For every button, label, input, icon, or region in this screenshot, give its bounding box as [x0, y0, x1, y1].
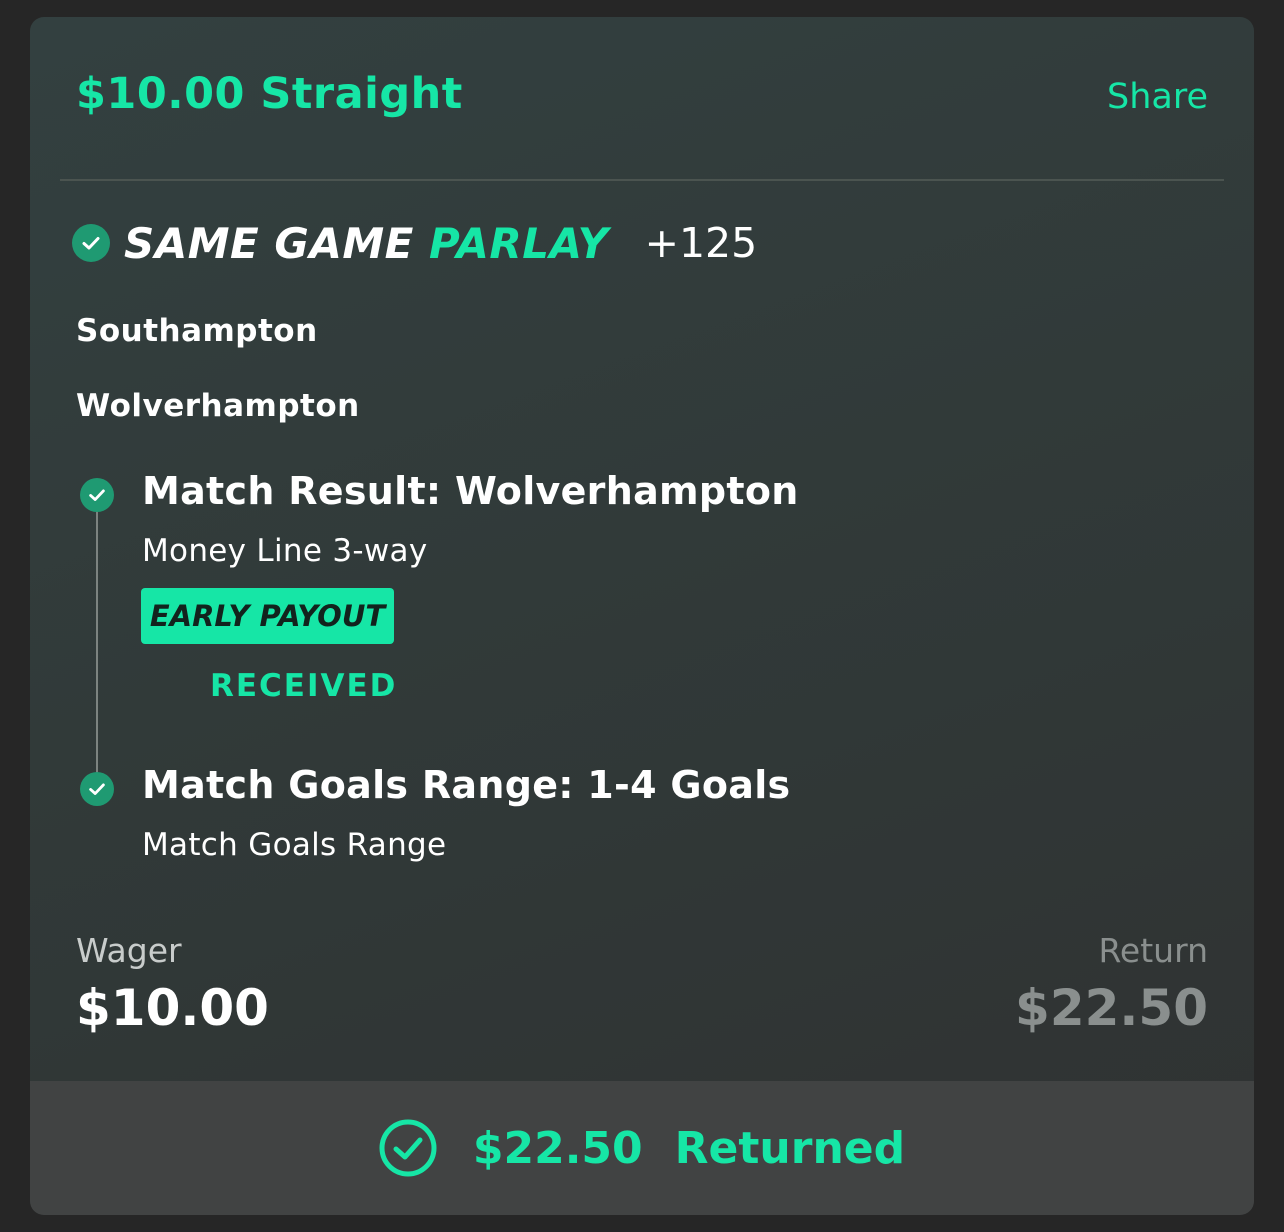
bet-type-part1: SAME GAME: [124, 218, 414, 268]
bet-type-row: SAME GAME PARLAY +125: [72, 213, 757, 273]
share-button[interactable]: Share: [1107, 77, 1208, 117]
check-circle-icon: [80, 772, 114, 806]
bet-card: $10.00 Straight Share SAME GAME PARLAY +…: [30, 17, 1254, 1215]
header-divider: [60, 179, 1224, 181]
return-value: $22.50: [1015, 979, 1208, 1037]
team-home: Southampton: [76, 313, 318, 349]
check-circle-icon: [72, 224, 110, 262]
return-label: Return: [1098, 931, 1208, 970]
early-payout-status: RECEIVED: [210, 668, 398, 704]
leg-market: Money Line 3-way: [142, 533, 428, 569]
wager-value: $10.00: [76, 979, 269, 1037]
returned-status: Returned: [674, 1122, 906, 1174]
bet-type-part2: PARLAY: [428, 218, 609, 268]
check-circle-icon: [80, 478, 114, 512]
returned-banner: $22.50 Returned: [30, 1081, 1254, 1215]
returned-amount: $22.50: [472, 1122, 643, 1174]
team-away: Wolverhampton: [76, 388, 360, 424]
early-payout-badge: EARLY PAYOUT: [141, 588, 394, 644]
bet-type-label: SAME GAME PARLAY: [124, 219, 609, 268]
check-circle-outline-icon: [379, 1119, 437, 1177]
bet-title: $10.00 Straight: [76, 69, 463, 119]
leg-title: Match Result: Wolverhampton: [142, 469, 799, 513]
wager-label: Wager: [76, 931, 182, 970]
leg-market: Match Goals Range: [142, 827, 447, 863]
leg-title: Match Goals Range: 1-4 Goals: [142, 763, 791, 807]
legs-connector: [96, 507, 98, 777]
bet-header: $10.00 Straight Share: [30, 17, 1254, 179]
bet-odds: +125: [644, 219, 758, 267]
